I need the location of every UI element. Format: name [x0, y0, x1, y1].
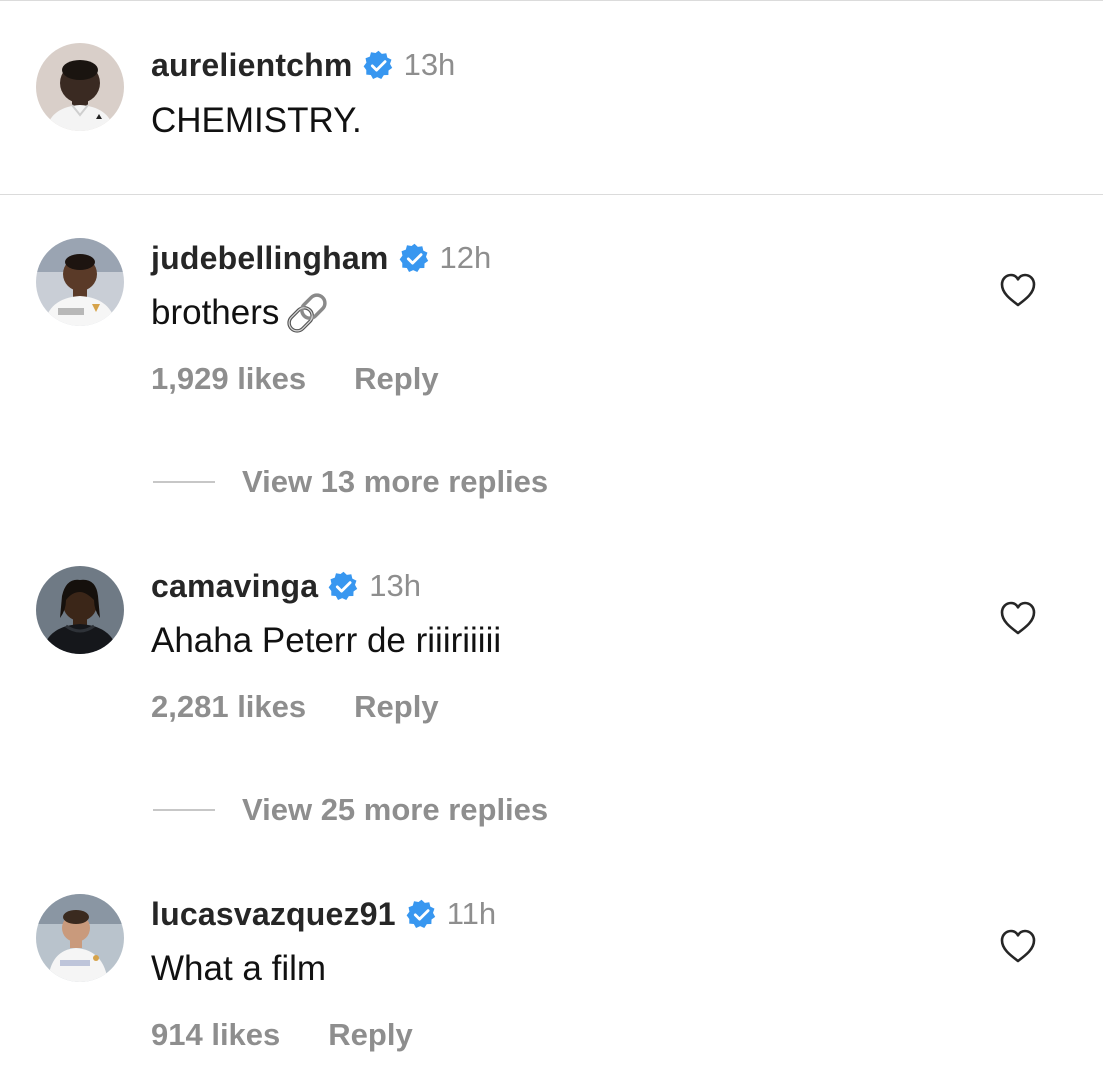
likes-count[interactable]: 914 likes — [151, 1017, 280, 1053]
comment-text: brothers — [151, 290, 333, 336]
comment-actions: 914 likes Reply — [151, 1015, 413, 1055]
link-icon — [281, 291, 333, 335]
comment-text-content: brothers — [151, 293, 280, 332]
comment-header: judebellingham 12h — [151, 238, 491, 278]
username[interactable]: lucasvazquez91 — [151, 896, 396, 933]
avatar[interactable] — [36, 43, 124, 131]
avatar[interactable] — [36, 238, 124, 326]
view-more-replies-button[interactable]: View 25 more replies — [153, 790, 548, 830]
avatar[interactable] — [36, 566, 124, 654]
username[interactable]: aurelientchm — [151, 47, 353, 84]
reply-button[interactable]: Reply — [328, 1017, 412, 1053]
like-heart-icon[interactable] — [999, 272, 1037, 308]
view-more-replies-label: View 13 more replies — [242, 464, 549, 499]
reply-button[interactable]: Reply — [354, 361, 438, 397]
comment-actions: 2,281 likes Reply — [151, 687, 439, 727]
username[interactable]: judebellingham — [151, 240, 389, 277]
username[interactable]: camavinga — [151, 568, 318, 605]
comment-text: Ahaha Peterr de riiiriiiii — [151, 621, 502, 660]
like-heart-icon[interactable] — [999, 928, 1037, 964]
comments-view: aurelientchm 13h CHEMISTRY. judebellingh… — [0, 0, 1103, 1080]
caption-header: aurelientchm 13h — [151, 45, 455, 85]
comment-header: lucasvazquez91 11h — [151, 894, 496, 934]
caption-text: CHEMISTRY. — [151, 101, 362, 140]
likes-count[interactable]: 1,929 likes — [151, 361, 306, 397]
verified-badge-icon — [363, 50, 394, 81]
avatar[interactable] — [36, 894, 124, 982]
comment-text: What a film — [151, 949, 327, 988]
post-caption: aurelientchm 13h CHEMISTRY. — [0, 0, 1103, 195]
timestamp: 13h — [403, 47, 456, 82]
timestamp: 12h — [439, 240, 492, 275]
divider-line — [153, 809, 215, 811]
view-more-replies-label: View 25 more replies — [242, 792, 549, 827]
timestamp: 11h — [446, 896, 497, 931]
comment-header: camavinga 13h — [151, 566, 421, 606]
comment-actions: 1,929 likes Reply — [151, 359, 439, 399]
verified-badge-icon — [406, 899, 437, 930]
timestamp: 13h — [369, 568, 421, 603]
verified-badge-icon — [399, 243, 430, 274]
verified-badge-icon — [328, 571, 359, 602]
reply-button[interactable]: Reply — [354, 689, 438, 725]
like-heart-icon[interactable] — [999, 600, 1037, 636]
divider-line — [153, 481, 215, 483]
likes-count[interactable]: 2,281 likes — [151, 689, 306, 725]
view-more-replies-button[interactable]: View 13 more replies — [153, 462, 548, 502]
